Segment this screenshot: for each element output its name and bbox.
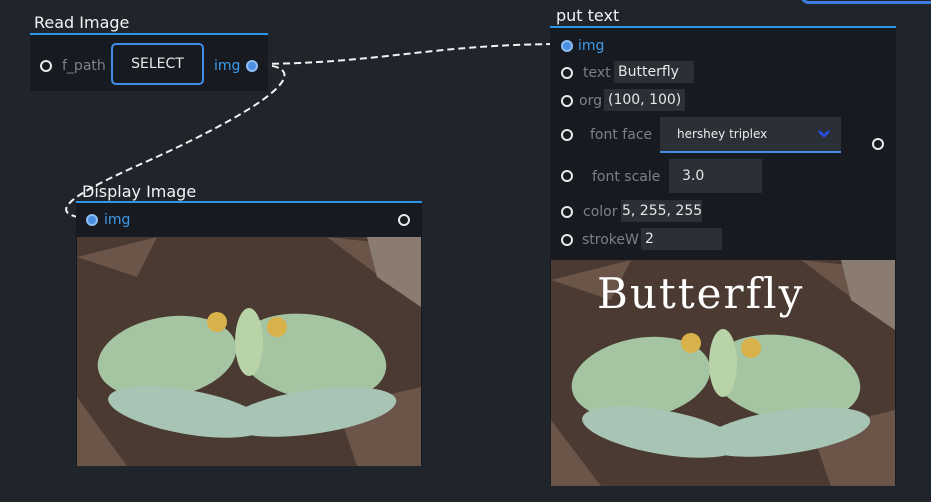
org-field[interactable]: (100, 100) bbox=[604, 89, 685, 111]
org-input-port[interactable] bbox=[561, 95, 573, 107]
strokew-field[interactable]: 2 bbox=[641, 228, 722, 250]
font-face-label: font face bbox=[590, 127, 653, 143]
img-output-port[interactable] bbox=[246, 60, 258, 72]
img-input-port[interactable] bbox=[86, 214, 98, 226]
read-image-title: Read Image bbox=[34, 13, 130, 32]
put-text-title: put text bbox=[556, 6, 620, 25]
font-scale-label: font scale bbox=[592, 169, 661, 185]
font-scale-field[interactable]: 3.0 bbox=[669, 159, 762, 193]
text-input-port[interactable] bbox=[561, 67, 573, 79]
font-face-value: hershey triplex bbox=[677, 127, 768, 141]
strokew-input-port[interactable] bbox=[561, 234, 573, 246]
color-field[interactable]: 5, 255, 255) bbox=[621, 200, 702, 222]
img-input-label: img bbox=[104, 212, 131, 228]
display-image-title: Display Image bbox=[82, 182, 197, 201]
put-text-output-port[interactable] bbox=[872, 138, 884, 150]
font-face-input-port[interactable] bbox=[561, 129, 573, 141]
color-label: color bbox=[583, 204, 618, 220]
chevron-down-icon bbox=[818, 130, 830, 138]
moth-image-with-text: Butterfly bbox=[551, 260, 895, 486]
display-image-node[interactable]: img bbox=[76, 201, 422, 466]
display-output-port[interactable] bbox=[398, 214, 410, 226]
wire-read-to-puttext bbox=[249, 43, 567, 65]
org-label: org bbox=[579, 93, 602, 109]
select-file-button[interactable]: SELECT bbox=[111, 43, 204, 85]
color-input-port[interactable] bbox=[561, 206, 573, 218]
text-label: text bbox=[583, 65, 611, 81]
moth-image bbox=[77, 237, 421, 466]
overlay-text: Butterfly bbox=[597, 269, 804, 318]
read-image-node[interactable]: f_path SELECT img bbox=[30, 33, 268, 91]
f-path-input-port[interactable] bbox=[40, 60, 52, 72]
display-image-preview bbox=[77, 237, 421, 466]
put-text-img-label: img bbox=[578, 38, 605, 54]
text-field[interactable]: Butterfly bbox=[614, 61, 694, 83]
f-path-label: f_path bbox=[62, 58, 106, 74]
strokew-label: strokeW bbox=[582, 232, 639, 248]
font-scale-input-port[interactable] bbox=[561, 170, 573, 182]
put-text-img-input-port[interactable] bbox=[561, 40, 573, 52]
img-output-label: img bbox=[214, 58, 241, 74]
put-text-image-preview: Butterfly bbox=[551, 260, 895, 486]
put-text-node[interactable]: img text Butterfly org (100, 100) font f… bbox=[550, 26, 896, 486]
font-face-select[interactable]: hershey triplex bbox=[660, 117, 841, 153]
